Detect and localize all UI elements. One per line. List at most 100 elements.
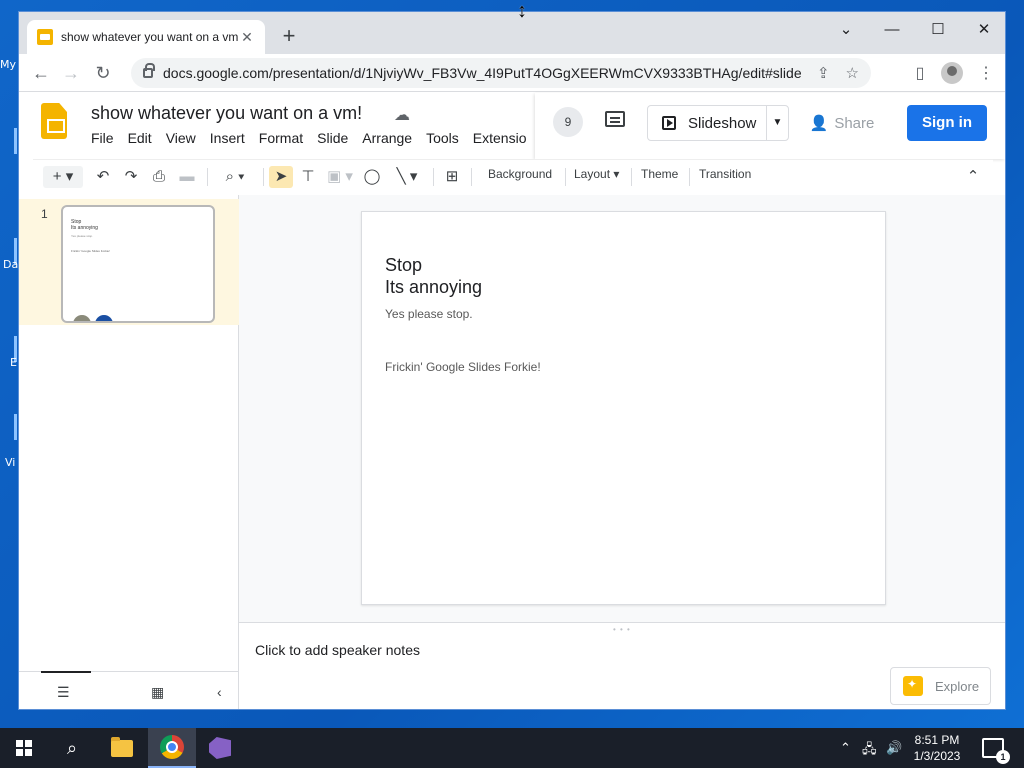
chrome-taskbar-button[interactable] bbox=[148, 728, 196, 768]
toolbar-divider bbox=[631, 168, 632, 186]
slideshow-dropdown-icon[interactable]: ▼ bbox=[766, 105, 788, 141]
add-comment-icon[interactable]: ⊞ bbox=[441, 166, 463, 188]
visual-studio-icon bbox=[209, 737, 231, 759]
slideshow-button[interactable]: Slideshow ▼ bbox=[647, 105, 789, 141]
share-page-icon[interactable]: ⇪ bbox=[817, 64, 830, 82]
view-indicator bbox=[41, 671, 91, 673]
cloud-saved-icon[interactable]: ☁ bbox=[394, 105, 410, 125]
layout-button[interactable]: Layout ▾ bbox=[574, 167, 619, 181]
browser-tab[interactable]: show whatever you want on a vm! ✕ bbox=[27, 20, 265, 54]
speaker-notes[interactable]: • • • Click to add speaker notes Explore bbox=[239, 622, 1005, 709]
slide-number: 1 bbox=[41, 207, 48, 221]
filmstrip-selected-slide[interactable]: 1 Stop Its annoying Yes please stop. Fri… bbox=[19, 199, 239, 325]
show-hidden-icons[interactable]: ⌃ bbox=[840, 740, 851, 756]
menu-format[interactable]: Format bbox=[259, 130, 303, 146]
visual-studio-button[interactable] bbox=[198, 728, 242, 768]
zoom-icon[interactable]: ⌕ ▾ bbox=[215, 166, 255, 188]
side-panel-icon[interactable]: ▯ bbox=[909, 63, 931, 83]
browser-window: show whatever you want on a vm! ✕ + ⌄ — … bbox=[18, 11, 1006, 710]
tab-search-icon[interactable]: ⌄ bbox=[823, 16, 869, 44]
slide-canvas-area[interactable]: Stop Its annoying Yes please stop. Frick… bbox=[239, 195, 1005, 622]
slide-title[interactable]: Stop Its annoying bbox=[385, 254, 482, 298]
grid-view-icon[interactable]: ▦ bbox=[151, 684, 164, 701]
menu-insert[interactable]: Insert bbox=[210, 130, 245, 146]
new-tab-button[interactable]: + bbox=[277, 24, 301, 48]
lock-icon[interactable] bbox=[143, 63, 155, 78]
paint-format-icon[interactable]: ▬ bbox=[177, 166, 197, 188]
select-cursor-icon[interactable]: ➤ bbox=[269, 166, 293, 188]
desktop-icon-label[interactable]: Vi bbox=[5, 456, 15, 469]
tab-strip: show whatever you want on a vm! ✕ + ⌄ — … bbox=[19, 12, 1005, 54]
explore-icon bbox=[903, 676, 923, 696]
slide-subtitle[interactable]: Yes please stop. bbox=[385, 307, 473, 321]
image-icon[interactable]: ▣ ▾ bbox=[323, 166, 357, 188]
close-tab-icon[interactable]: ✕ bbox=[239, 29, 255, 46]
clock[interactable]: 8:51 PM 1/3/2023 bbox=[902, 732, 972, 764]
desktop-icon[interactable] bbox=[14, 414, 17, 440]
address-bar[interactable]: docs.google.com/presentation/d/1NjviyWv_… bbox=[131, 58, 871, 88]
slides-logo-icon[interactable] bbox=[41, 103, 67, 139]
resize-cursor-icon: ↕ bbox=[517, 0, 527, 22]
file-explorer-button[interactable] bbox=[100, 728, 144, 768]
slide-canvas[interactable]: Stop Its annoying Yes please stop. Frick… bbox=[361, 211, 886, 605]
maximize-button[interactable]: ☐ bbox=[915, 16, 961, 44]
slide-thumbnail[interactable]: Stop Its annoying Yes please stop. Frick… bbox=[61, 205, 215, 323]
desktop-icon-label[interactable]: My bbox=[0, 58, 16, 71]
notification-center-icon[interactable]: 1 bbox=[982, 738, 1010, 764]
document-title[interactable]: show whatever you want on a vm! bbox=[91, 103, 362, 124]
line-icon[interactable]: ╲ ▾ bbox=[387, 166, 427, 188]
menu-view[interactable]: View bbox=[166, 130, 196, 146]
collaborator-avatar[interactable] bbox=[71, 313, 93, 321]
more-menu-icon[interactable]: ⋮ bbox=[975, 63, 997, 83]
redo-icon[interactable]: ↷ bbox=[121, 166, 141, 188]
text-box-icon[interactable]: ⊤ bbox=[297, 166, 319, 188]
menu-tools[interactable]: Tools bbox=[426, 130, 459, 146]
url-text: docs.google.com/presentation/d/1NjviyWv_… bbox=[163, 65, 801, 81]
menu-slide[interactable]: Slide bbox=[317, 130, 348, 146]
back-button[interactable]: ← bbox=[29, 61, 53, 85]
menu-file[interactable]: File bbox=[91, 130, 114, 146]
reload-button[interactable]: ↻ bbox=[91, 61, 115, 85]
forward-button[interactable]: → bbox=[59, 61, 83, 85]
windows-logo-icon bbox=[16, 740, 32, 756]
network-icon[interactable]: 🖧 bbox=[862, 740, 877, 762]
desktop-icon-label[interactable]: Da bbox=[3, 258, 18, 271]
present-icon bbox=[662, 116, 676, 130]
collaborator-avatar[interactable] bbox=[93, 313, 115, 321]
desktop-icon-label[interactable]: E bbox=[10, 356, 17, 369]
close-window-button[interactable]: ✕ bbox=[961, 16, 1005, 44]
explore-button[interactable]: Explore bbox=[890, 667, 991, 705]
menu-extensions[interactable]: Extensio bbox=[473, 130, 527, 146]
profile-avatar[interactable] bbox=[941, 62, 963, 84]
filmstrip-view-icon[interactable]: ☰ bbox=[57, 684, 70, 701]
volume-icon[interactable]: 🔊 bbox=[886, 740, 902, 756]
slide-body-text[interactable]: Frickin' Google Slides Forkie! bbox=[385, 360, 541, 374]
layout-label: Layout bbox=[574, 167, 611, 181]
minimize-button[interactable]: — bbox=[869, 16, 915, 44]
menu-edit[interactable]: Edit bbox=[128, 130, 152, 146]
collapse-toolbar-icon[interactable]: ⌃ bbox=[963, 166, 983, 188]
search-icon[interactable]: ⌕ bbox=[50, 728, 94, 768]
menu-arrange[interactable]: Arrange bbox=[362, 130, 412, 146]
share-label: Share bbox=[834, 114, 875, 132]
new-slide-button[interactable]: + ▾ bbox=[43, 166, 83, 188]
print-icon[interactable]: ⎙ bbox=[149, 166, 169, 188]
bookmark-star-icon[interactable]: ☆ bbox=[846, 64, 859, 82]
start-button[interactable] bbox=[0, 728, 48, 768]
speaker-notes-placeholder[interactable]: Click to add speaker notes bbox=[255, 642, 420, 658]
resize-handle[interactable]: • • • bbox=[613, 625, 631, 634]
background-button[interactable]: Background bbox=[488, 167, 552, 181]
transition-button[interactable]: Transition bbox=[699, 167, 751, 181]
viewer-count-badge[interactable]: 9 bbox=[553, 107, 583, 137]
toolbar-divider bbox=[207, 168, 208, 186]
clock-time: 8:51 PM bbox=[914, 733, 960, 747]
undo-icon[interactable]: ↶ bbox=[93, 166, 113, 188]
shape-icon[interactable]: ◯ bbox=[361, 166, 383, 188]
sign-in-button[interactable]: Sign in bbox=[907, 105, 987, 141]
collapse-panel-icon[interactable]: ‹ bbox=[217, 684, 222, 700]
comment-history-icon[interactable] bbox=[605, 111, 625, 127]
toolbar-divider bbox=[433, 168, 434, 186]
theme-button[interactable]: Theme bbox=[641, 167, 678, 181]
desktop-icon[interactable] bbox=[14, 128, 17, 154]
share-button[interactable]: 👤 Share bbox=[799, 105, 885, 141]
